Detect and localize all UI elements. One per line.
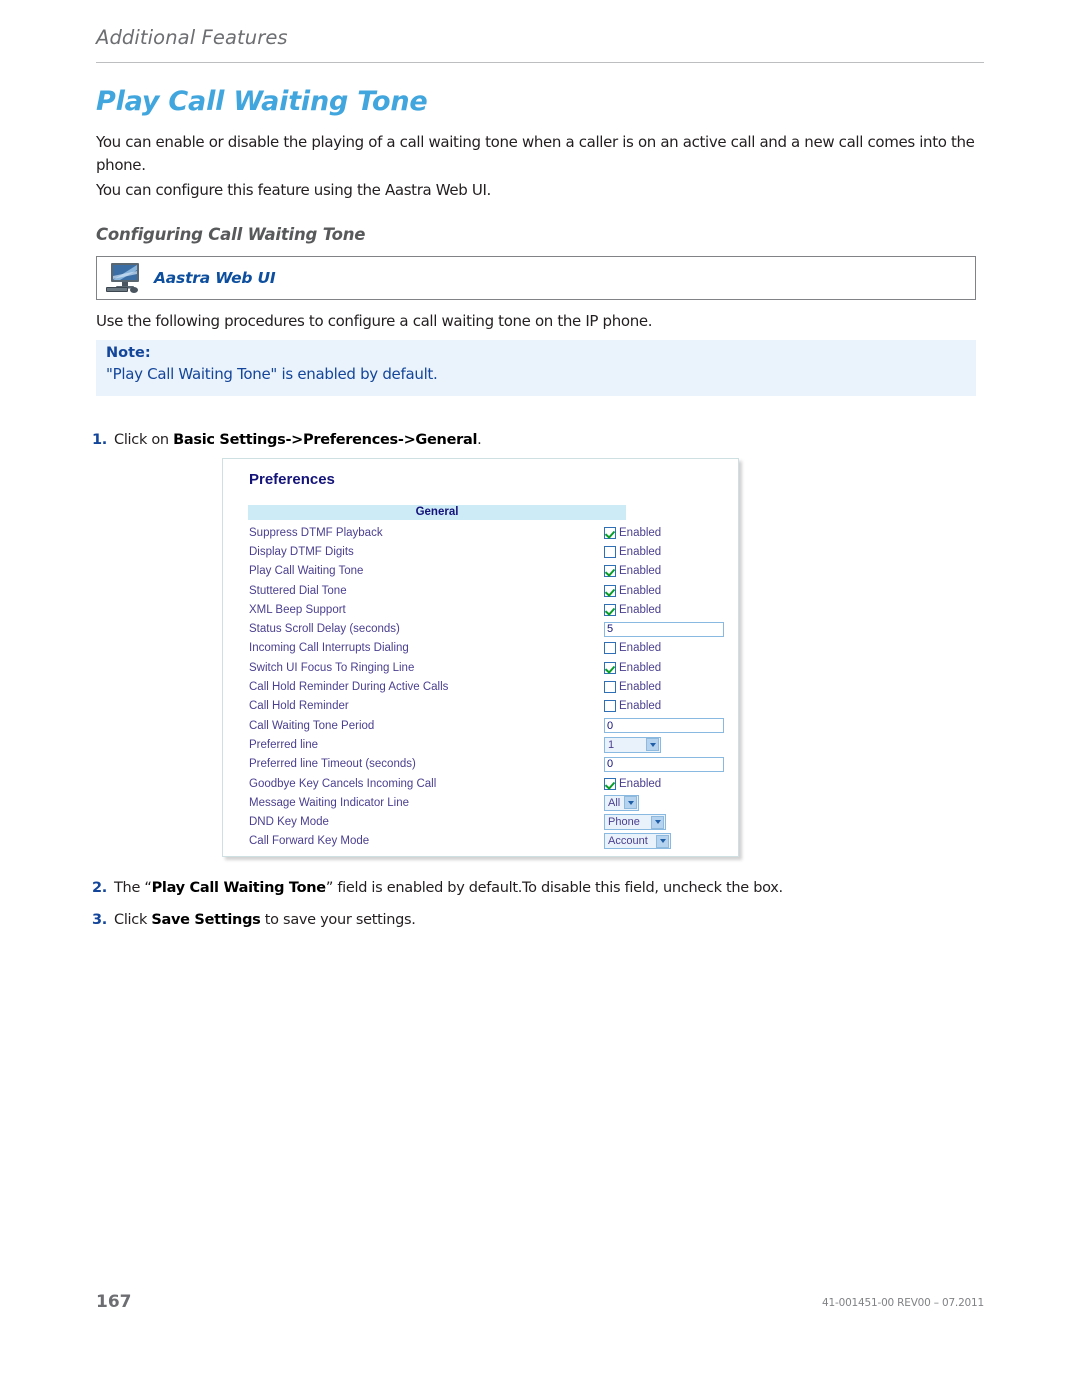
note-title: Note: [106,345,151,361]
aastra-web-ui-banner: Aastra Web UI [96,256,976,300]
preference-label: Play Call Waiting Tone [249,565,364,578]
preference-label: XML Beep Support [249,603,346,616]
header-divider [96,62,984,63]
preference-row: Call Forward Key Mode Account [223,832,738,851]
note-text: "Play Call Waiting Tone" is enabled by d… [106,365,438,383]
checkbox-label: Enabled [619,681,662,694]
preference-checkbox[interactable] [604,565,616,578]
preference-row: Play Call Waiting Tone Enabled [223,562,738,581]
preference-checkbox[interactable] [604,603,616,616]
chevron-down-icon[interactable] [646,738,659,752]
preference-row: DND Key Mode Phone [223,812,738,831]
preference-label: Switch UI Focus To Ringing Line [249,661,415,674]
preference-label: Preferred line Timeout (seconds) [249,758,416,771]
preference-select[interactable]: 1 [604,736,661,753]
checkbox-label: Enabled [619,565,662,578]
step-number: 2. [92,880,107,896]
preference-label: Display DTMF Digits [249,545,354,558]
page-title: Play Call Waiting Tone [96,86,428,117]
configure-paragraph: You can configure this feature using the… [96,181,491,199]
preference-select[interactable]: Phone [604,814,666,831]
step-text: Click Save Settings to save your setting… [114,912,416,928]
step-1: 1. Click on Basic Settings->Preferences-… [92,430,792,451]
preference-label: Preferred line [249,738,319,751]
select-value: Account [608,835,648,848]
preference-row: Stuttered Dial Tone Enabled [223,581,738,600]
preference-text-input[interactable] [604,756,724,772]
preference-row: Status Scroll Delay (seconds) [223,619,738,638]
preference-row: Incoming Call Interrupts Dialing Enabled [223,639,738,658]
checkbox-label: Enabled [619,700,662,713]
preference-checkbox[interactable] [604,700,616,713]
preference-row: Suppress DTMF Playback Enabled [223,523,738,542]
preference-checkbox[interactable] [604,681,616,694]
procedure-paragraph: Use the following procedures to configur… [96,312,653,330]
preference-label: Goodbye Key Cancels Incoming Call [249,777,437,790]
preference-select[interactable]: Account [604,833,671,850]
preference-row: XML Beep Support Enabled [223,600,738,619]
preference-checkbox[interactable] [604,661,616,674]
step-number: 3. [92,912,107,928]
preference-label: Call Waiting Tone Period [249,719,375,732]
preference-checkbox[interactable] [604,526,616,539]
desktop-computer-icon [104,261,146,295]
preference-row: Preferred line Timeout (seconds) [223,755,738,774]
preference-label: Message Waiting Indicator Line [249,796,410,809]
page-number: 167 [96,1292,132,1312]
step-text: The “Play Call Waiting Tone” field is en… [114,880,783,896]
preference-row: Message Waiting Indicator Line All [223,793,738,812]
preference-label: Incoming Call Interrupts Dialing [249,642,409,655]
preference-checkbox[interactable] [604,777,616,790]
preference-label: Suppress DTMF Playback [249,526,383,539]
preference-text-input[interactable] [604,621,724,637]
general-section-header: General [248,505,626,520]
preference-label: Stuttered Dial Tone [249,584,347,597]
preference-row: Goodbye Key Cancels Incoming Call Enabled [223,774,738,793]
preference-row: Switch UI Focus To Ringing Line Enabled [223,658,738,677]
step-2: 2. The “Play Call Waiting Tone” field is… [92,878,972,899]
preference-row: Display DTMF Digits Enabled [223,542,738,561]
note-box: Note: "Play Call Waiting Tone" is enable… [96,340,976,396]
preference-checkbox[interactable] [604,545,616,558]
preference-row: Call Waiting Tone Period [223,716,738,735]
preference-row: Call Hold Reminder During Active Calls En… [223,677,738,696]
section-subheading: Configuring Call Waiting Tone [96,225,366,244]
chevron-down-icon[interactable] [651,815,664,829]
preference-label: DND Key Mode [249,816,329,829]
chevron-down-icon[interactable] [656,834,669,848]
checkbox-label: Enabled [619,603,662,616]
chevron-down-icon[interactable] [624,796,638,810]
preferences-heading: Preferences [249,471,335,488]
document-reference: 41-001451-00 REV00 – 07.2011 [822,1297,984,1309]
preference-label: Status Scroll Delay (seconds) [249,623,400,636]
running-header: Additional Features [96,26,984,49]
chapter-name: Additional Features [96,26,288,49]
step-text: Click on Basic Settings->Preferences->Ge… [114,432,482,448]
checkbox-label: Enabled [619,661,662,674]
preference-text-input[interactable] [604,718,724,734]
preference-label: Call Hold Reminder During Active Calls [249,681,449,694]
intro-paragraph: You can enable or disable the playing of… [96,133,975,174]
checkbox-label: Enabled [619,545,662,558]
preferences-rows: Suppress DTMF Playback Enabled Display DTM… [223,523,738,851]
checkbox-label: Enabled [619,526,662,539]
select-value: All [608,796,621,809]
preference-label: Call Forward Key Mode [249,835,370,848]
preference-row: Call Hold Reminder Enabled [223,697,738,716]
select-value: 1 [608,738,615,751]
checkbox-label: Enabled [619,642,662,655]
preference-checkbox[interactable] [604,642,616,655]
preference-label: Call Hold Reminder [249,700,349,713]
aastra-web-ui-label: Aastra Web UI [154,269,276,287]
checkbox-label: Enabled [619,584,662,597]
select-value: Phone [608,816,640,829]
preference-checkbox[interactable] [604,584,616,597]
checkbox-label: Enabled [619,777,662,790]
step-3: 3. Click Save Settings to save your sett… [92,910,972,931]
step-number: 1. [92,432,107,448]
preferences-screenshot: Preferences General Suppress DTMF Playba… [222,458,739,857]
preference-row: Preferred line 1 [223,735,738,754]
preference-select[interactable]: All [604,794,639,811]
